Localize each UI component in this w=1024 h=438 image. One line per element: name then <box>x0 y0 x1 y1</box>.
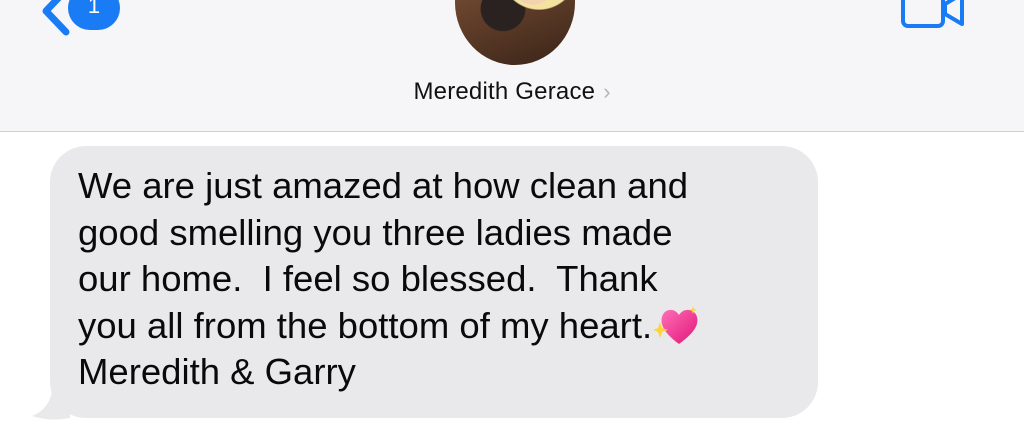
message-line: good smelling you three ladies made <box>78 211 673 253</box>
message-line: you all from the bottom of my heart. <box>78 304 653 346</box>
message-signature: Meredith & Garry <box>78 351 356 392</box>
sparkling-heart-icon <box>654 305 698 344</box>
facetime-video-icon[interactable] <box>900 0 966 30</box>
contact-name: Meredith Gerace <box>413 78 596 105</box>
message-text: We are just amazed at how clean and good… <box>78 163 798 396</box>
conversation-header: 1 Meredith Gerace › <box>0 0 1024 132</box>
contact-avatar[interactable] <box>455 0 575 65</box>
back-button[interactable]: 1 <box>38 0 128 36</box>
contact-name-button[interactable]: Meredith Gerace › <box>0 78 1024 106</box>
chevron-right-icon: › <box>603 79 611 104</box>
message-line: our home. I feel so blessed. Thank <box>78 258 658 299</box>
message-line: We are just amazed at how clean and <box>78 165 689 206</box>
unread-count-badge: 1 <box>68 0 120 30</box>
bubble-tail <box>32 392 70 420</box>
